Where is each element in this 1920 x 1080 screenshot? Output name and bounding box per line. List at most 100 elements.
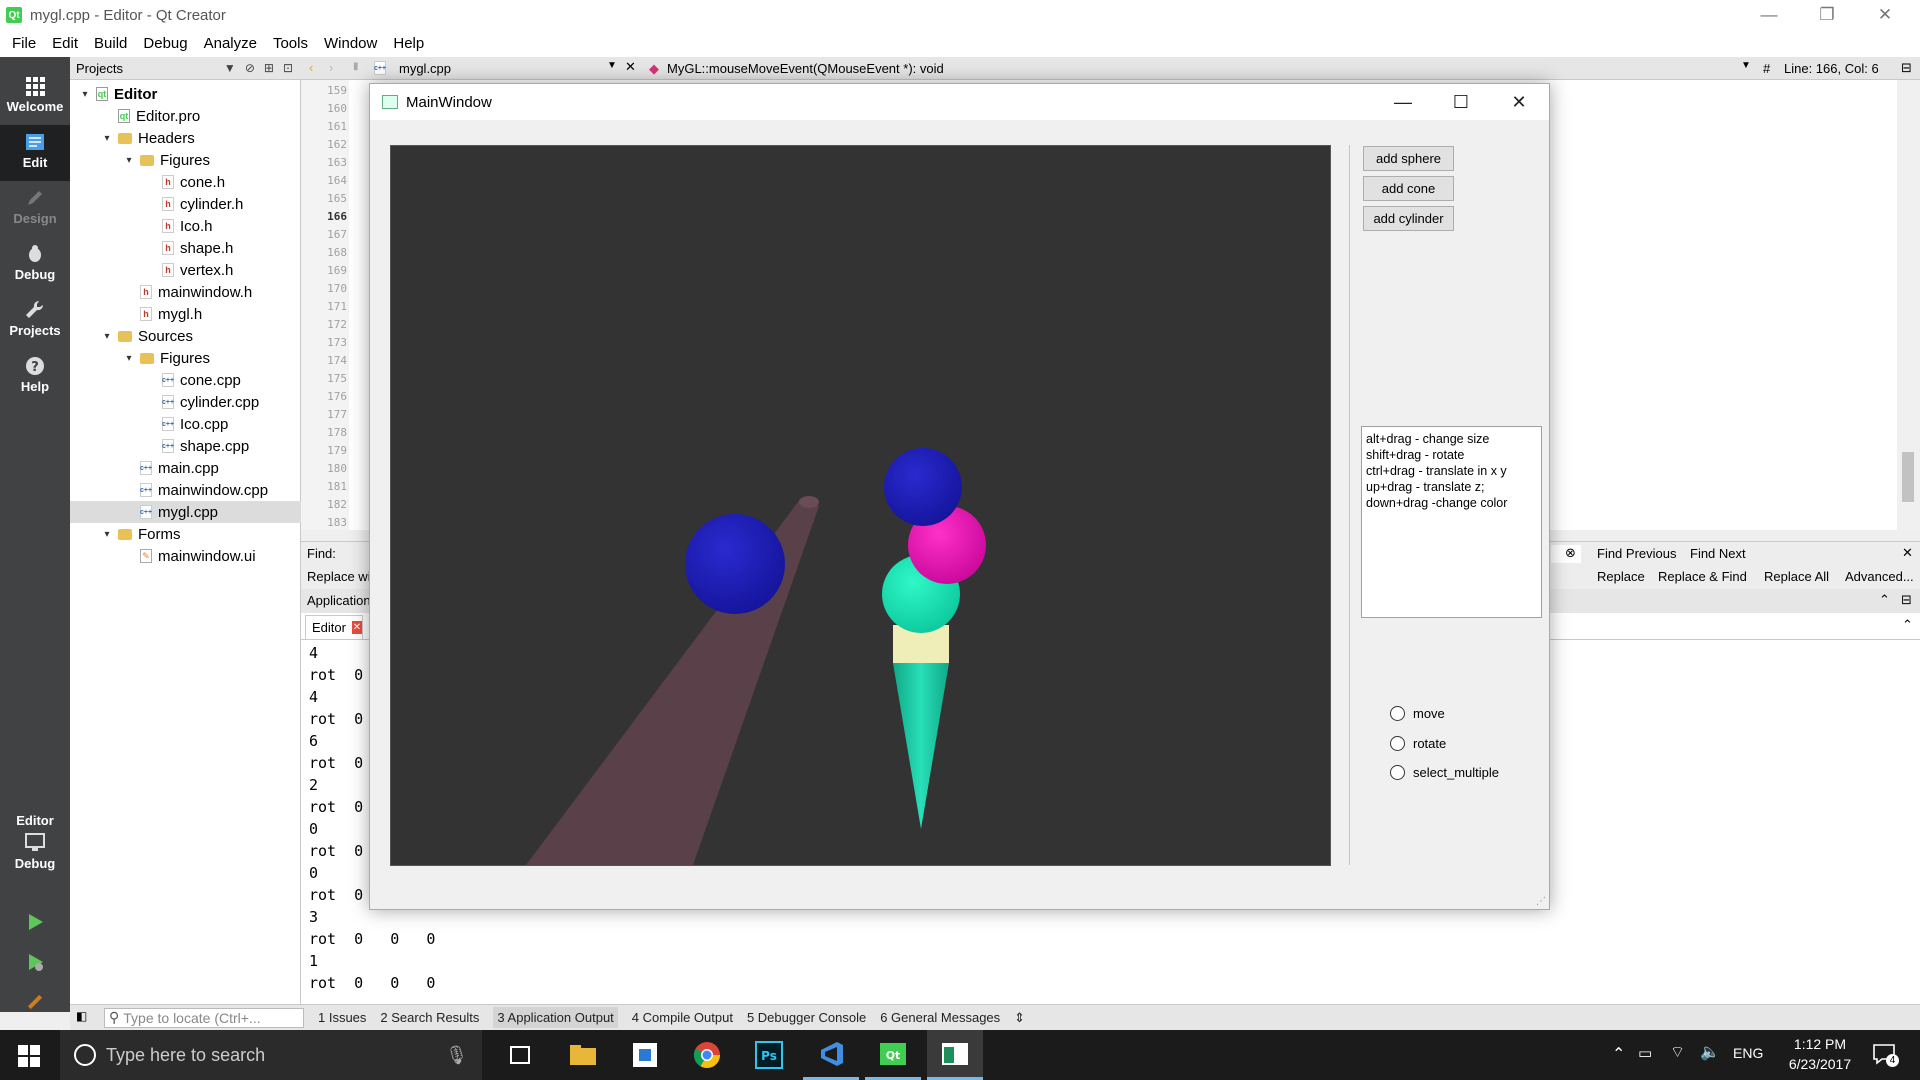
debug-run-button[interactable] [0,945,70,985]
expand-arrow-icon[interactable]: ▾ [100,331,114,342]
tab-compile-output[interactable]: 4 Compile Output [632,1010,733,1025]
tree-item[interactable]: c++ cylinder.cpp [70,391,301,413]
mw-close-button[interactable]: ✕ [1490,84,1548,120]
show-hidden-icons-icon[interactable]: ⌃ [1612,1044,1625,1064]
tab-issues[interactable]: 1 Issues [318,1010,366,1025]
replace-all-button[interactable]: Replace All [1764,569,1829,584]
qt-creator-taskbar-icon[interactable]: Qt [865,1030,921,1080]
chrome-icon[interactable] [679,1030,735,1080]
menu-build[interactable]: Build [86,35,135,52]
task-view-icon[interactable] [492,1030,548,1080]
build-button[interactable] [0,985,70,1015]
radio-move[interactable]: move [1390,706,1445,721]
tab-debugger-console[interactable]: 5 Debugger Console [747,1010,866,1025]
tree-item[interactable]: ▾ Figures [70,347,301,369]
scrollbar-thumb[interactable] [1902,452,1914,502]
volume-icon[interactable]: 🔈 [1700,1042,1720,1062]
tree-item[interactable]: ✎ mainwindow.ui [70,545,301,567]
mode-edit[interactable]: Edit [0,125,70,181]
close-find-icon[interactable]: ✕ [1902,545,1913,561]
close-panel-icon[interactable]: ⊡ [283,61,293,75]
tree-item[interactable]: h shape.h [70,237,301,259]
windows-start-icon[interactable] [18,1045,40,1071]
kit-selector[interactable]: Editor Debug [0,807,70,907]
stop-output-icon[interactable]: ✕ [351,621,362,634]
menu-edit[interactable]: Edit [44,35,86,52]
tree-item[interactable]: ▾ Headers [70,127,301,149]
tree-item[interactable]: c++ main.cpp [70,457,301,479]
tree-item[interactable]: ▾ qt Editor [70,83,301,105]
tab-general-messages[interactable]: 6 General Messages [880,1010,1000,1025]
find-previous-button[interactable]: Find Previous [1597,546,1676,561]
mode-design[interactable]: Design [0,181,70,237]
file-explorer-icon[interactable] [555,1030,611,1080]
clock[interactable]: 1:12 PM 6/23/2017 [1780,1034,1860,1074]
expand-arrow-icon[interactable]: ▾ [122,155,136,166]
find-next-button[interactable]: Find Next [1690,546,1746,561]
close-document-icon[interactable]: ✕ [625,59,636,75]
open-file-selector[interactable]: mygl.cpp [399,61,451,76]
add-sphere-button[interactable]: add sphere [1363,146,1454,171]
help-text-box[interactable]: alt+drag - change size shift+drag - rota… [1361,426,1542,618]
minimize-button[interactable]: — [1740,0,1798,30]
maximize-pane-icon[interactable]: ⌃ [1879,592,1890,608]
back-icon[interactable]: ‹ [309,60,313,75]
tree-item[interactable]: c++ mygl.cpp [70,501,301,523]
resize-grip-icon[interactable]: ⋰ [1536,896,1546,907]
menu-debug[interactable]: Debug [135,35,195,52]
wifi-icon[interactable]: ⌔ [1670,1042,1685,1062]
opengl-viewport[interactable] [390,145,1331,866]
menu-window[interactable]: Window [316,35,385,52]
menu-file[interactable]: File [4,35,44,52]
mw-maximize-button[interactable]: ☐ [1432,84,1490,120]
replace-find-button[interactable]: Replace & Find [1658,569,1747,584]
output-scroll-up-icon[interactable]: ⌃ [1902,617,1913,633]
tree-item[interactable]: h cylinder.h [70,193,301,215]
split-editor-icon[interactable]: ⊟ [1901,60,1912,76]
more-tabs-icon[interactable]: ⇕ [1014,1010,1025,1026]
mode-help[interactable]: ? Help [0,349,70,405]
restore-button[interactable]: ❐ [1798,0,1856,30]
forward-icon[interactable]: › [329,60,333,75]
radio-select-multiple[interactable]: select_multiple [1390,765,1499,780]
symbol-selector[interactable]: MyGL::mouseMoveEvent(QMouseEvent *): voi… [667,61,944,76]
tree-item[interactable]: c++ Ico.cpp [70,413,301,435]
cursor-position[interactable]: Line: 166, Col: 6 [1784,61,1879,76]
filter-icon[interactable]: ▼ [224,61,236,75]
split-icon[interactable]: ⊞ [264,61,274,75]
output-tab-editor[interactable]: Editor ✕ [305,615,363,639]
tree-item[interactable]: h vertex.h [70,259,301,281]
tree-item[interactable]: c++ cone.cpp [70,369,301,391]
close-button[interactable]: ✕ [1856,0,1914,30]
tab-search-results[interactable]: 2 Search Results [380,1010,479,1025]
expand-arrow-icon[interactable]: ▾ [122,353,136,364]
editor-scrollbar[interactable] [1897,80,1920,530]
mode-welcome[interactable]: Welcome [0,69,70,125]
tree-item[interactable]: h cone.h [70,171,301,193]
language-indicator[interactable]: ENG [1733,1045,1763,1061]
menu-analyze[interactable]: Analyze [196,35,265,52]
store-app-icon[interactable] [617,1030,673,1080]
symbol-dropdown-icon[interactable]: ▼ [1741,60,1751,71]
expand-arrow-icon[interactable]: ▾ [78,89,92,100]
menu-help[interactable]: Help [385,35,432,52]
mainwindow-taskbar-icon[interactable] [927,1030,983,1080]
radio-circle[interactable] [1390,706,1405,721]
microphone-icon[interactable]: 🎙 [445,1045,468,1066]
photoshop-icon[interactable]: Ps [741,1030,797,1080]
file-dropdown-icon[interactable]: ▼ [607,60,617,71]
visual-studio-icon[interactable] [803,1030,859,1080]
tab-application-output[interactable]: 3 Application Output [493,1007,618,1028]
add-cylinder-button[interactable]: add cylinder [1363,206,1454,231]
advanced-button[interactable]: Advanced... [1845,569,1914,584]
radio-rotate[interactable]: rotate [1390,736,1446,751]
taskbar-search[interactable]: Type here to search 🎙 [60,1030,482,1080]
tree-item[interactable]: qt Editor.pro [70,105,301,127]
tree-item[interactable]: ▾ Forms [70,523,301,545]
locator-input[interactable]: ⚲ Type to locate (Ctrl+... [104,1007,304,1028]
mode-debug[interactable]: Debug [0,237,70,293]
expand-arrow-icon[interactable]: ▾ [100,529,114,540]
tree-item[interactable]: h mygl.h [70,303,301,325]
tree-item[interactable]: h mainwindow.h [70,281,301,303]
clear-find-icon[interactable]: ⊗ [1565,545,1576,561]
